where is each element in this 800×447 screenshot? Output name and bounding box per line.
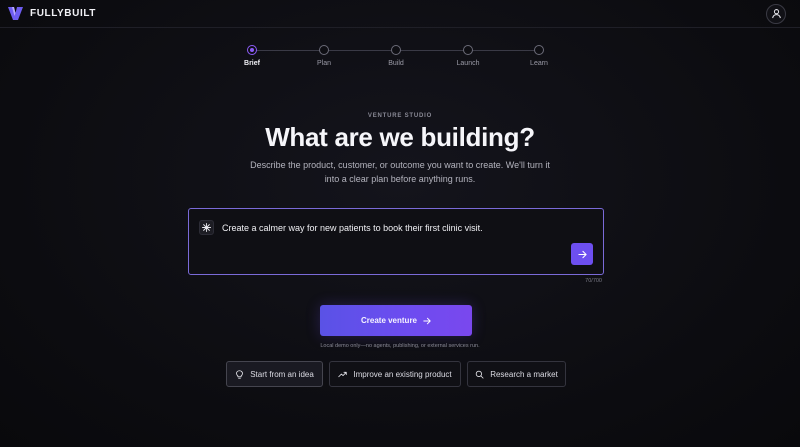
- step-label: Brief: [244, 60, 260, 67]
- prompt-text[interactable]: Create a calmer way for new patients to …: [222, 223, 483, 233]
- step-learn[interactable]: Learn: [509, 45, 569, 67]
- chip-improve-product[interactable]: Improve an existing product: [329, 361, 461, 387]
- prompt-mode-button[interactable]: [199, 220, 214, 235]
- account-button[interactable]: [766, 3, 786, 24]
- top-bar: FULLYBUILT: [0, 0, 800, 28]
- chip-research-market[interactable]: Research a market: [467, 361, 566, 387]
- arrow-right-icon: [577, 250, 587, 258]
- page-title: What are we building?: [265, 122, 535, 152]
- demo-disclaimer: Local demo only—no agents, publishing, o…: [320, 343, 480, 349]
- starter-options: Start from an idea Improve an existing p…: [0, 361, 800, 387]
- eyebrow-label: VENTURE STUDIO: [367, 113, 433, 119]
- brand[interactable]: FULLYBUILT: [8, 7, 96, 20]
- step-brief[interactable]: Brief: [222, 45, 282, 67]
- step-plan[interactable]: Plan: [294, 45, 354, 67]
- trending-up-icon: [338, 371, 348, 377]
- create-venture-label: Create venture: [360, 316, 418, 325]
- chip-label: Improve an existing product: [353, 369, 452, 379]
- step-dot: [247, 45, 257, 55]
- venture-prompt-input[interactable]: Create a calmer way for new patients to …: [188, 208, 604, 275]
- step-dot: [391, 45, 401, 55]
- step-dot: [319, 45, 329, 55]
- page-subtitle: Describe the product, customer, or outco…: [250, 160, 550, 184]
- chip-label: Research a market: [490, 369, 558, 379]
- step-build[interactable]: Build: [366, 45, 426, 67]
- step-dot: [463, 45, 473, 55]
- chip-label: Start from an idea: [250, 369, 314, 379]
- step-launch[interactable]: Launch: [438, 45, 498, 67]
- fullybuilt-logo-icon: [8, 7, 23, 20]
- character-counter: 70/700: [585, 278, 602, 284]
- lightbulb-icon: [236, 369, 244, 379]
- step-label: Build: [388, 60, 404, 67]
- create-venture-button[interactable]: Create venture: [320, 305, 472, 336]
- send-button[interactable]: [571, 243, 593, 265]
- search-icon: [475, 370, 484, 379]
- step-label: Learn: [530, 60, 548, 67]
- chip-start-from-idea[interactable]: Start from an idea: [226, 361, 323, 387]
- progress-stepper: Brief Plan Build Launch Learn: [0, 41, 800, 71]
- arrow-right-icon: [423, 317, 431, 324]
- step-label: Launch: [456, 60, 480, 67]
- step-label: Plan: [316, 60, 331, 67]
- brand-name: FULLYBUILT: [30, 8, 96, 19]
- step-dot: [534, 45, 544, 55]
- sparkle-icon: [202, 223, 211, 232]
- user-icon: [771, 9, 781, 19]
